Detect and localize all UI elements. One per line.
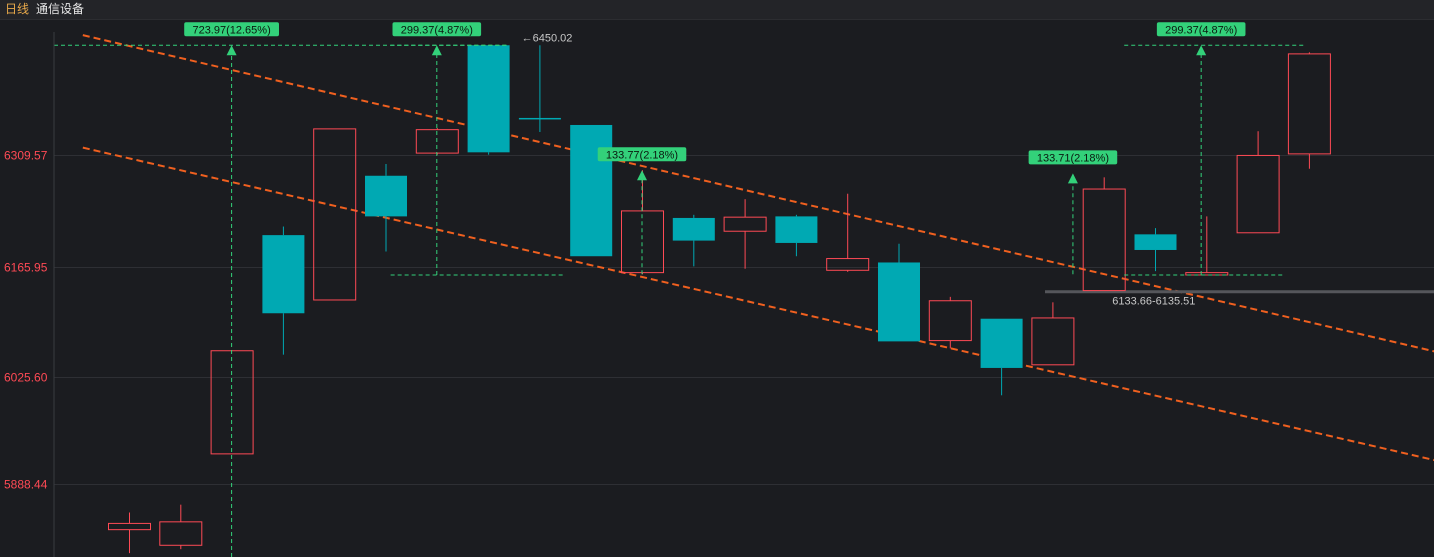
measure-label: 133.77(2.18%) [606, 149, 678, 161]
candle [313, 128, 357, 301]
candle-body [1082, 188, 1126, 292]
candle [1031, 302, 1075, 366]
candle-body [1287, 53, 1331, 155]
candlestick-chart[interactable]: 723.97(12.65%) 299.37(4.87%) 133.77(2.18%)… [0, 20, 1434, 557]
candle [570, 124, 613, 257]
annotations: ←6450.02 6133.66-6135.51 [522, 32, 1196, 307]
y-tick-label: 6025.60 [4, 371, 48, 385]
price-annotation: ←6450.02 [522, 32, 573, 44]
measure-tool: 133.71(2.18%) [1028, 150, 1118, 275]
candle-body [775, 216, 818, 243]
candle-body [313, 128, 357, 301]
candle [672, 214, 715, 267]
candle [928, 296, 972, 349]
candle [518, 45, 561, 133]
candle [262, 226, 305, 355]
measure-label: 723.97(12.65%) [192, 24, 270, 36]
grid-lines [54, 155, 1434, 485]
candle-body [928, 300, 972, 342]
y-tick-label: 6309.57 [4, 149, 48, 163]
candle-body [672, 217, 715, 241]
timeframe-label[interactable]: 日线 [5, 2, 29, 17]
measure-label: 133.71(2.18%) [1037, 152, 1109, 164]
candle-body [108, 522, 151, 531]
candle [108, 512, 151, 554]
candle [1185, 216, 1229, 276]
candle-body [467, 45, 510, 153]
price-annotation: 6133.66-6135.51 [1112, 296, 1195, 308]
trend-line [82, 34, 1434, 353]
candle [467, 45, 510, 155]
candle-body [1134, 234, 1177, 250]
measure-arrow-icon [431, 45, 442, 56]
candle [1287, 52, 1331, 169]
symbol-label: 通信设备 [36, 2, 85, 16]
measure-arrow-icon [1067, 173, 1078, 184]
candle [1134, 228, 1177, 272]
measure-label: 299.37(4.87%) [401, 24, 473, 36]
candle-body [723, 216, 767, 232]
measure-tools: 723.97(12.65%) 299.37(4.87%) 133.77(2.18%)… [54, 22, 1305, 557]
candle [878, 243, 920, 342]
candle-body [1031, 317, 1075, 366]
candle-body [878, 262, 920, 342]
y-axis: 6309.57 6165.95 6025.60 5888.44 [4, 32, 55, 557]
candle-body [826, 258, 870, 271]
candle [826, 193, 870, 272]
candle [775, 214, 818, 257]
candle-body [159, 521, 203, 546]
candle-body [980, 318, 1023, 368]
candle-body [1185, 272, 1229, 276]
candle [980, 318, 1023, 396]
candle-body [262, 235, 305, 314]
candle-body [365, 175, 407, 217]
candle-body [570, 124, 613, 257]
top-bar: 日线 通信设备 [0, 0, 1434, 20]
y-tick-label: 6165.95 [4, 261, 48, 275]
candle-body [1236, 154, 1280, 234]
candle [365, 164, 407, 252]
y-tick-label: 5888.44 [4, 478, 48, 492]
measure-label: 299.37(4.87%) [1165, 24, 1237, 36]
measure-arrow-icon [637, 170, 647, 181]
candle [723, 199, 767, 269]
measure-arrow-icon [226, 45, 237, 56]
candle-body [518, 117, 561, 120]
candle [159, 504, 203, 550]
candle [1236, 131, 1280, 234]
measure-arrow-icon [1196, 45, 1207, 56]
